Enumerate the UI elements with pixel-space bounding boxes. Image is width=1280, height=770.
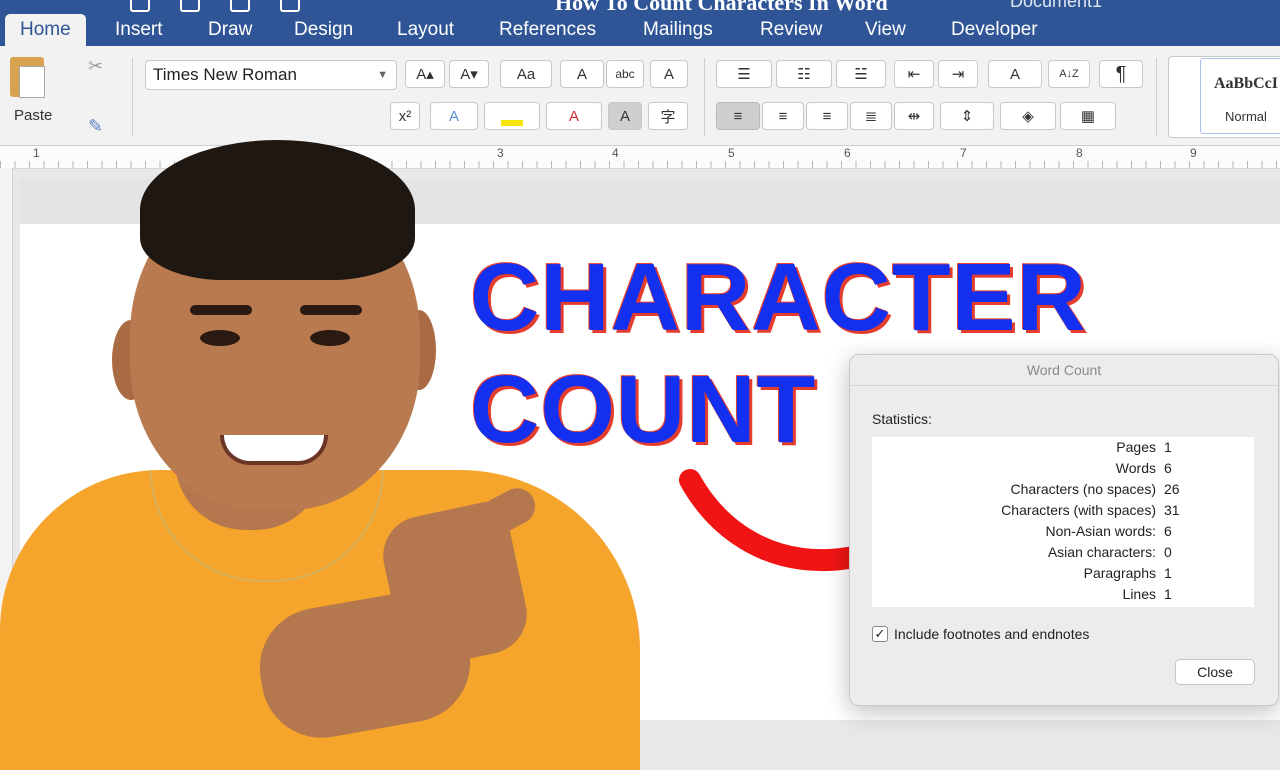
window-title: How To Count Characters In Word [555, 0, 888, 14]
line-spacing-button[interactable]: ⇕ [940, 102, 994, 130]
bullets-button[interactable]: ☰ [716, 60, 772, 88]
stat-label: Non-Asian words: [1045, 523, 1157, 539]
multilevel-list-button[interactable]: ☱ [836, 60, 886, 88]
include-footnotes-label[interactable]: Include footnotes and endnotes [894, 626, 1089, 642]
stat-value: 6 [1164, 523, 1172, 539]
print-icon[interactable] [280, 0, 300, 12]
stat-label: Characters (with spaces) [1001, 502, 1156, 518]
borders-icon: ▦ [1080, 108, 1096, 125]
stat-value: 1 [1164, 439, 1172, 455]
stat-value: 26 [1164, 481, 1180, 497]
stat-label: Paragraphs [1083, 565, 1156, 581]
stat-row-asian-characters: Asian characters: 0 [872, 542, 1254, 563]
word-count-dialog: Word Count Statistics: Pages 1 Words 6 C… [849, 354, 1279, 706]
decrease-indent-button[interactable]: ⇤ [894, 60, 934, 88]
presenter-smile [220, 435, 328, 465]
stat-row-characters-no-spaces: Characters (no spaces) 26 [872, 479, 1254, 500]
align-center-icon: ≡ [778, 107, 788, 125]
tab-view[interactable]: View [865, 14, 906, 46]
align-center-button[interactable]: ≡ [762, 102, 804, 130]
statistics-label: Statistics: [872, 411, 932, 427]
show-formatting-button[interactable]: ¶ [1099, 60, 1143, 88]
redo-icon[interactable] [230, 0, 250, 12]
close-button[interactable]: Close [1175, 659, 1255, 685]
presenter-photo [0, 40, 660, 770]
stat-label: Asian characters: [1047, 544, 1156, 560]
ribbon-separator [1156, 58, 1157, 136]
align-left-button[interactable]: ≡ [716, 102, 760, 130]
indent-icon: ⇥ [951, 66, 965, 83]
outdent-icon: ⇤ [907, 66, 921, 83]
justify-icon: ≣ [864, 108, 878, 125]
ruler-label: 9 [1190, 146, 1197, 160]
line-spacing-icon: ⇕ [960, 108, 974, 125]
ruler-label: 5 [728, 146, 735, 160]
paint-bucket-icon: ◈ [1022, 108, 1034, 125]
stat-value: 1 [1164, 565, 1172, 581]
document-name: Document1 [1010, 0, 1103, 11]
presenter-eye [310, 330, 350, 346]
align-right-icon: ≡ [822, 107, 832, 125]
distributed-button[interactable]: ⇹ [894, 102, 934, 130]
stat-value: 6 [1164, 460, 1172, 476]
stat-label: Characters (no spaces) [1010, 481, 1156, 497]
presenter-hair [140, 140, 415, 280]
stat-row-paragraphs: Paragraphs 1 [872, 563, 1254, 584]
include-footnotes-checkbox[interactable]: ✓ [872, 626, 888, 642]
presenter-brow [190, 305, 252, 315]
ruler-label: 7 [960, 146, 967, 160]
stat-row-pages: Pages 1 [872, 437, 1254, 458]
stat-row-characters-with-spaces: Characters (with spaces) 31 [872, 500, 1254, 521]
distributed-icon: ⇹ [907, 108, 921, 125]
borders-button[interactable]: ▦ [1060, 102, 1116, 130]
style-name: Normal [1225, 109, 1267, 124]
style-sample-text: AaBbCcI [1214, 75, 1279, 92]
statistics-table: Pages 1 Words 6 Characters (no spaces) 2… [872, 437, 1254, 607]
tab-review[interactable]: Review [760, 14, 822, 46]
increase-indent-button[interactable]: ⇥ [938, 60, 978, 88]
stat-value: 31 [1164, 502, 1180, 518]
ruler-label: 8 [1076, 146, 1083, 160]
align-right-button[interactable]: ≡ [806, 102, 848, 130]
save-icon[interactable] [130, 0, 150, 12]
asian-layout-icon: A [1009, 65, 1020, 83]
quick-access-toolbar [130, 0, 300, 12]
stat-label: Words [1115, 460, 1156, 476]
paragraph-shading-button[interactable]: ◈ [1000, 102, 1056, 130]
stat-row-non-asian-words: Non-Asian words: 6 [872, 521, 1254, 542]
stat-row-lines: Lines 1 [872, 584, 1254, 605]
ribbon-separator [704, 58, 705, 136]
stat-label: Lines [1122, 586, 1156, 602]
bullet-list-icon: ☰ [737, 66, 751, 83]
stat-value: 1 [1164, 586, 1172, 602]
multilevel-list-icon: ☱ [854, 66, 868, 83]
stat-label: Pages [1116, 439, 1156, 455]
stat-value: 0 [1164, 544, 1172, 560]
numbered-list-icon: ☷ [797, 66, 811, 83]
presenter-brow [300, 305, 362, 315]
sort-button[interactable]: A↓Z [1048, 60, 1090, 88]
numbering-button[interactable]: ☷ [776, 60, 832, 88]
dialog-title: Word Count [850, 355, 1278, 386]
undo-icon[interactable] [180, 0, 200, 12]
ruler-label: 6 [844, 146, 851, 160]
align-left-icon: ≡ [733, 107, 743, 125]
presenter-eye [200, 330, 240, 346]
asian-layout-button[interactable]: A [988, 60, 1042, 88]
title-bar: How To Count Characters In Word Document… [0, 0, 1280, 14]
justify-button[interactable]: ≣ [850, 102, 892, 130]
stat-row-words: Words 6 [872, 458, 1254, 479]
tab-developer[interactable]: Developer [951, 14, 1038, 46]
style-normal[interactable]: AaBbCcI Normal [1200, 58, 1280, 134]
